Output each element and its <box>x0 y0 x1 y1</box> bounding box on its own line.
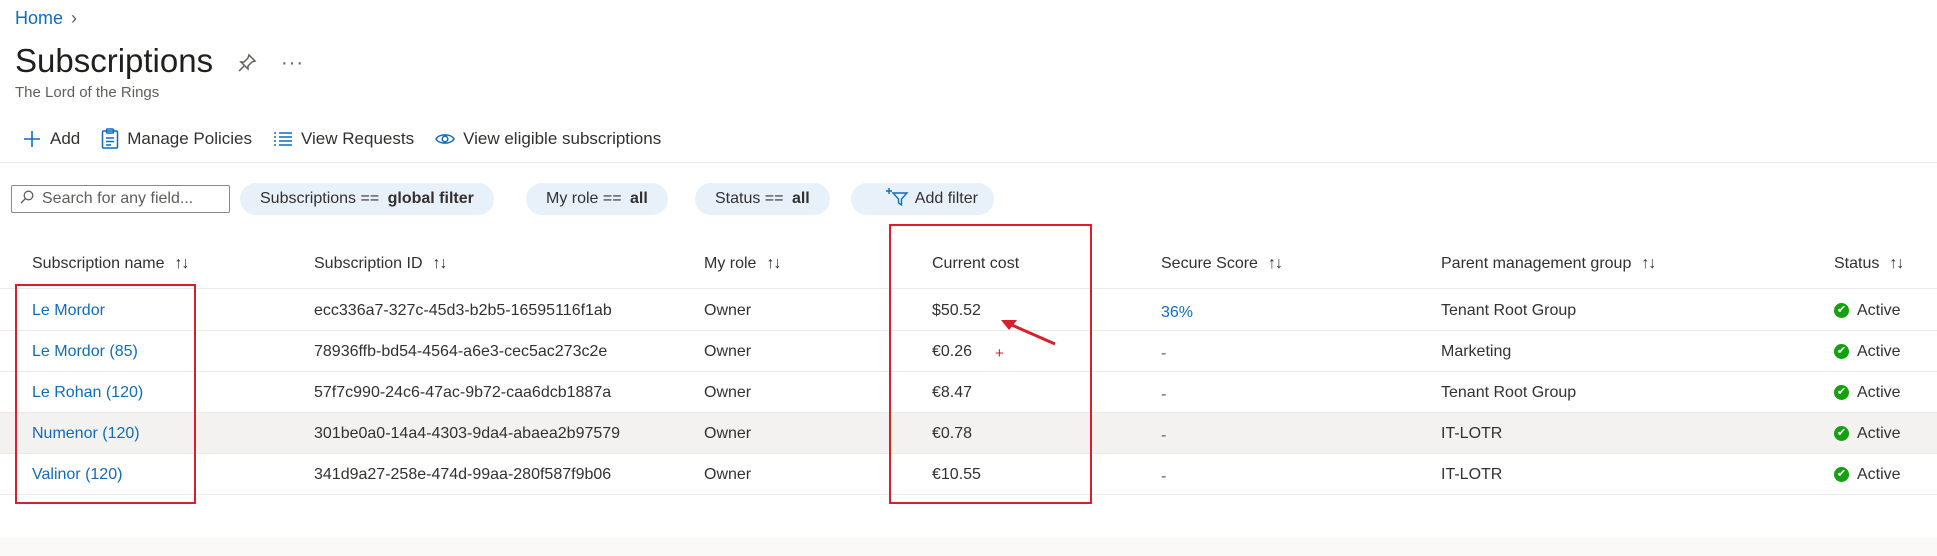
status-filter-pill[interactable]: Status == all <box>695 183 830 215</box>
secure-score: - <box>1161 345 1167 362</box>
parent-management-group: IT-LOTR <box>1441 466 1503 483</box>
check-circle-icon: ✔ <box>1834 385 1849 400</box>
my-role: Owner <box>704 384 752 401</box>
page-subtitle: The Lord of the Rings <box>15 84 160 101</box>
view-eligible-label: View eligible subscriptions <box>463 129 662 148</box>
secure-score-link[interactable]: 36% <box>1161 292 1193 333</box>
view-eligible-subscriptions-button[interactable]: View eligible subscriptions <box>435 129 661 149</box>
sort-icon[interactable]: ↑↓ <box>766 255 781 273</box>
breadcrumb: Home › <box>15 8 77 29</box>
eye-icon <box>435 132 455 146</box>
more-options-icon[interactable]: ··· <box>281 52 304 75</box>
role-filter-value: all <box>630 190 648 207</box>
highlight-box-current-cost <box>889 224 1092 504</box>
column-header-label: Subscription ID <box>314 255 423 272</box>
status-filter-value: all <box>791 190 810 207</box>
column-header-subscription-id[interactable]: Subscription ID ↑↓ <box>314 255 448 273</box>
highlight-box-subscription-names <box>15 284 196 504</box>
sort-icon[interactable]: ↑↓ <box>1268 255 1283 273</box>
manage-policies-label: Manage Policies <box>127 129 252 148</box>
command-bar: Add Manage Policies View Requests View e… <box>22 128 682 150</box>
view-requests-button[interactable]: View Requests <box>273 129 414 149</box>
search-box[interactable] <box>11 185 230 213</box>
secure-score: - <box>1161 427 1167 444</box>
status-badge: ✔ Active <box>1834 454 1901 495</box>
status-filter-label: Status == <box>715 190 788 207</box>
bottom-strip <box>0 538 1937 556</box>
secure-score: - <box>1161 386 1167 403</box>
column-header-parent-management-group[interactable]: Parent management group ↑↓ <box>1441 255 1656 273</box>
column-header-label: Parent management group <box>1441 255 1632 272</box>
subscriptions-filter-label: Subscriptions == <box>260 190 384 207</box>
parent-management-group: Tenant Root Group <box>1441 302 1577 319</box>
clipboard-icon <box>101 128 119 150</box>
parent-management-group: IT-LOTR <box>1441 425 1503 442</box>
parent-management-group: Marketing <box>1441 343 1512 360</box>
add-button[interactable]: Add <box>22 129 80 149</box>
sort-icon[interactable]: ↑↓ <box>175 255 190 273</box>
subscription-id: 301be0a0-14a4-4303-9da4-abaea2b97579 <box>314 425 621 442</box>
subscription-id: 57f7c990-24c6-47ac-9b72-caa6dcb1887a <box>314 384 612 401</box>
check-circle-icon: ✔ <box>1834 344 1849 359</box>
search-input[interactable] <box>40 189 224 209</box>
sort-icon[interactable]: ↑↓ <box>1641 255 1656 273</box>
my-role: Owner <box>704 425 752 442</box>
list-icon <box>273 130 293 148</box>
annotation-arrow-icon <box>1001 320 1056 346</box>
chevron-right-icon: › <box>71 8 78 28</box>
status-label: Active <box>1857 425 1901 442</box>
my-role: Owner <box>704 302 752 319</box>
toolbar-divider <box>0 162 1937 163</box>
parent-management-group: Tenant Root Group <box>1441 384 1577 401</box>
plus-icon <box>22 129 42 149</box>
subscriptions-filter-pill[interactable]: Subscriptions == global filter <box>240 183 494 215</box>
column-header-label: My role <box>704 255 757 272</box>
column-header-subscription-name[interactable]: Subscription name ↑↓ <box>32 255 190 273</box>
breadcrumb-home-link[interactable]: Home <box>15 8 63 29</box>
manage-policies-button[interactable]: Manage Policies <box>101 128 252 150</box>
my-role: Owner <box>704 343 752 360</box>
view-requests-label: View Requests <box>301 129 415 148</box>
page-title: Subscriptions <box>15 42 214 79</box>
pin-icon[interactable] <box>236 52 258 74</box>
subscription-id: ecc336a7-327c-45d3-b2b5-16595116f1ab <box>314 302 612 319</box>
column-header-secure-score[interactable]: Secure Score ↑↓ <box>1161 255 1283 273</box>
column-header-label: Subscription name <box>32 255 165 272</box>
sort-icon[interactable]: ↑↓ <box>433 255 448 273</box>
role-filter-pill[interactable]: My role == all <box>526 183 668 215</box>
check-circle-icon: ✔ <box>1834 303 1849 318</box>
check-circle-icon: ✔ <box>1834 426 1849 441</box>
column-header-label: Secure Score <box>1161 255 1258 272</box>
add-button-label: Add <box>50 129 81 148</box>
role-filter-label: My role == <box>546 190 627 207</box>
column-header-my-role[interactable]: My role ↑↓ <box>704 255 781 273</box>
status-label: Active <box>1857 302 1901 319</box>
add-filter-icon <box>867 169 909 230</box>
subscription-id: 78936ffb-bd54-4564-a6e3-cec5ac273c2e <box>314 343 608 360</box>
status-badge: ✔ Active <box>1834 372 1901 413</box>
my-role: Owner <box>704 466 752 483</box>
status-badge: ✔ Active <box>1834 413 1901 454</box>
status-label: Active <box>1857 466 1901 483</box>
status-badge: ✔ Active <box>1834 290 1901 331</box>
secure-score: - <box>1161 468 1167 485</box>
column-header-status[interactable]: Status ↑↓ <box>1834 255 1904 273</box>
status-label: Active <box>1857 384 1901 401</box>
column-header-label: Status <box>1834 255 1880 272</box>
status-badge: ✔ Active <box>1834 331 1901 372</box>
subscription-id: 341d9a27-258e-474d-99aa-280f587f9b06 <box>314 466 612 483</box>
status-label: Active <box>1857 343 1901 360</box>
subscriptions-filter-value: global filter <box>387 190 474 207</box>
add-filter-label: Add filter <box>914 190 978 207</box>
search-icon <box>20 190 34 209</box>
add-filter-button[interactable]: Add filter <box>851 183 994 215</box>
cursor-mark: + <box>995 345 1004 362</box>
sort-icon[interactable]: ↑↓ <box>1889 255 1904 273</box>
check-circle-icon: ✔ <box>1834 467 1849 482</box>
